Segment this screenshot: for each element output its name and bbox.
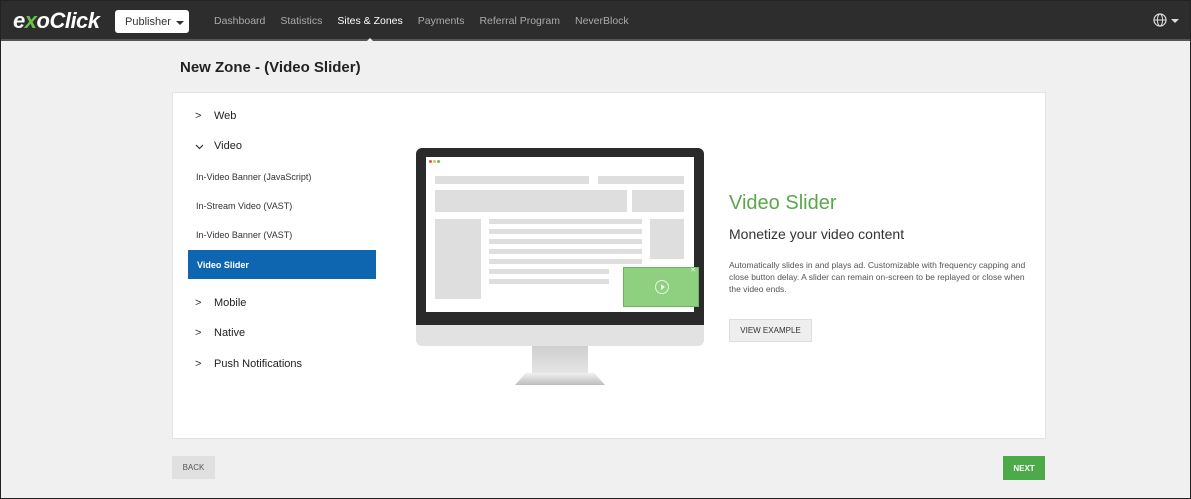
publisher-dropdown[interactable]: Publisher (115, 10, 189, 33)
category-mobile[interactable]: > Mobile (195, 297, 246, 309)
category-native[interactable]: > Native (195, 327, 245, 339)
chevron-right-icon: > (195, 297, 202, 309)
category-label: Web (214, 110, 237, 122)
placeholder-line (489, 269, 609, 274)
monitor-stand (532, 346, 588, 375)
next-button[interactable]: NEXT (1003, 456, 1045, 480)
zone-in-video-banner-vast[interactable]: In-Video Banner (VAST) (196, 230, 292, 240)
category-web[interactable]: > Web (195, 110, 236, 122)
nav-dashboard[interactable]: Dashboard (214, 1, 265, 41)
placeholder-block (598, 176, 684, 184)
nav-sites-zones[interactable]: Sites & Zones (337, 1, 403, 43)
chevron-right-icon: > (195, 358, 202, 370)
window-dot (429, 160, 432, 163)
placeholder-line (489, 249, 642, 254)
zone-type-card: > Web Video In-Video Banner (JavaScript)… (172, 92, 1046, 439)
chevron-down-icon (195, 144, 204, 149)
play-icon (655, 280, 669, 294)
zone-video-slider-selected[interactable]: Video Slider (188, 250, 376, 279)
monitor-bezel (416, 325, 704, 346)
video-slider-ad: ✕ (623, 267, 699, 307)
category-label: Native (214, 327, 246, 339)
placeholder-line (489, 279, 609, 284)
page-title: New Zone - (Video Slider) (180, 59, 361, 76)
placeholder-line (489, 229, 642, 234)
close-icon: ✕ (690, 267, 696, 274)
main-nav: Dashboard Statistics Sites & Zones Payme… (214, 1, 644, 43)
placeholder-line (489, 259, 642, 264)
publisher-label: Publisher (125, 15, 171, 28)
chevron-right-icon: > (195, 327, 202, 339)
nav-payments[interactable]: Payments (418, 1, 465, 41)
window-dot (433, 160, 436, 163)
placeholder-block (435, 190, 627, 212)
placeholder-block (632, 190, 684, 212)
zone-in-video-banner-js[interactable]: In-Video Banner (JavaScript) (196, 172, 311, 182)
placeholder-block (435, 176, 589, 184)
category-video[interactable]: Video (195, 140, 242, 152)
monitor-screen: ✕ (426, 157, 699, 312)
monitor-stand-base (515, 373, 605, 385)
placeholder-block (650, 219, 684, 259)
nav-statistics[interactable]: Statistics (280, 1, 322, 41)
zone-detail-subtitle: Monetize your video content (729, 226, 905, 242)
video-slider-illustration: ✕ (416, 148, 704, 346)
window-dot (437, 160, 440, 163)
chevron-right-icon: > (195, 110, 202, 122)
placeholder-line (489, 239, 642, 244)
zone-detail-title: Video Slider (729, 192, 837, 214)
top-navigation-bar: exoClick Publisher Dashboard Statistics … (1, 1, 1190, 43)
zone-detail-description: Automatically slides in and plays ad. Cu… (729, 260, 1026, 294)
view-example-button[interactable]: VIEW EXAMPLE (729, 319, 812, 342)
category-label: Push Notifications (214, 358, 303, 370)
chevron-down-icon (175, 20, 184, 25)
placeholder-block (435, 219, 481, 299)
zone-in-stream-video-vast[interactable]: In-Stream Video (VAST) (196, 201, 292, 211)
category-label: Mobile (214, 297, 247, 309)
chevron-down-icon (1171, 19, 1179, 23)
language-selector[interactable] (1153, 13, 1179, 27)
globe-icon (1153, 13, 1167, 27)
monitor-frame: ✕ (416, 148, 704, 325)
category-push-notifications[interactable]: > Push Notifications (195, 358, 302, 370)
nav-referral-program[interactable]: Referral Program (479, 1, 560, 41)
placeholder-line (489, 219, 642, 224)
category-label: Video (214, 140, 242, 152)
exoclick-logo[interactable]: exoClick (13, 8, 100, 34)
nav-neverblock[interactable]: NeverBlock (575, 1, 629, 41)
back-button[interactable]: BACK (172, 456, 215, 479)
